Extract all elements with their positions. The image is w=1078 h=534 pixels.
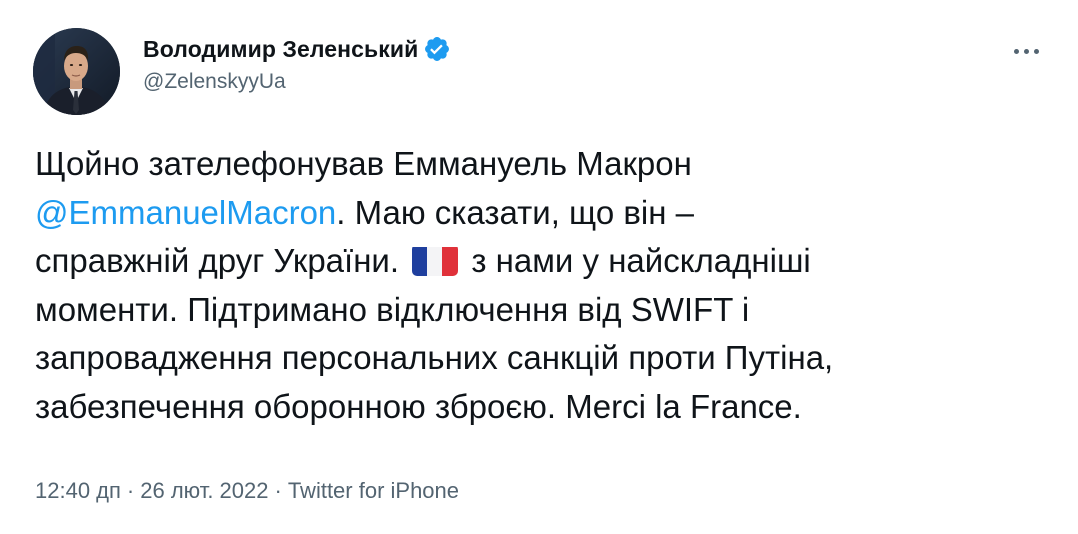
tweet-date[interactable]: 26 лют. 2022 xyxy=(140,478,268,504)
verified-badge-icon xyxy=(423,35,451,63)
handle[interactable]: @ZelenskyyUa xyxy=(143,70,451,94)
more-dot xyxy=(1023,48,1029,54)
tweet-source[interactable]: Twitter for iPhone xyxy=(288,478,459,504)
mention-link[interactable]: @EmmanuelMacron xyxy=(35,194,336,231)
more-dot xyxy=(1013,48,1019,54)
tweet-meta: 12:40 дп · 26 лют. 2022 · Twitter for iP… xyxy=(35,478,459,504)
author-block: Володимир Зеленський @ZelenskyyUa xyxy=(143,34,451,94)
meta-separator: · xyxy=(274,478,282,503)
tweet-time[interactable]: 12:40 дп xyxy=(35,478,121,504)
meta-separator: · xyxy=(126,478,135,503)
avatar[interactable] xyxy=(33,28,120,115)
name-row: Володимир Зеленський xyxy=(143,34,451,64)
more-dot xyxy=(1033,48,1039,54)
more-options-icon[interactable] xyxy=(1008,36,1044,66)
tweet-text: Щойно зателефонував Еммануель Макрон @Em… xyxy=(35,140,1045,431)
display-name[interactable]: Володимир Зеленський xyxy=(143,36,418,63)
tweet-text-part-1: Щойно зателефонував Еммануель Макрон xyxy=(35,145,692,182)
france-flag-emoji xyxy=(412,244,459,276)
tweet: Володимир Зеленський @ZelenskyyUa Щойно … xyxy=(0,0,1078,534)
avatar-image xyxy=(33,28,120,115)
